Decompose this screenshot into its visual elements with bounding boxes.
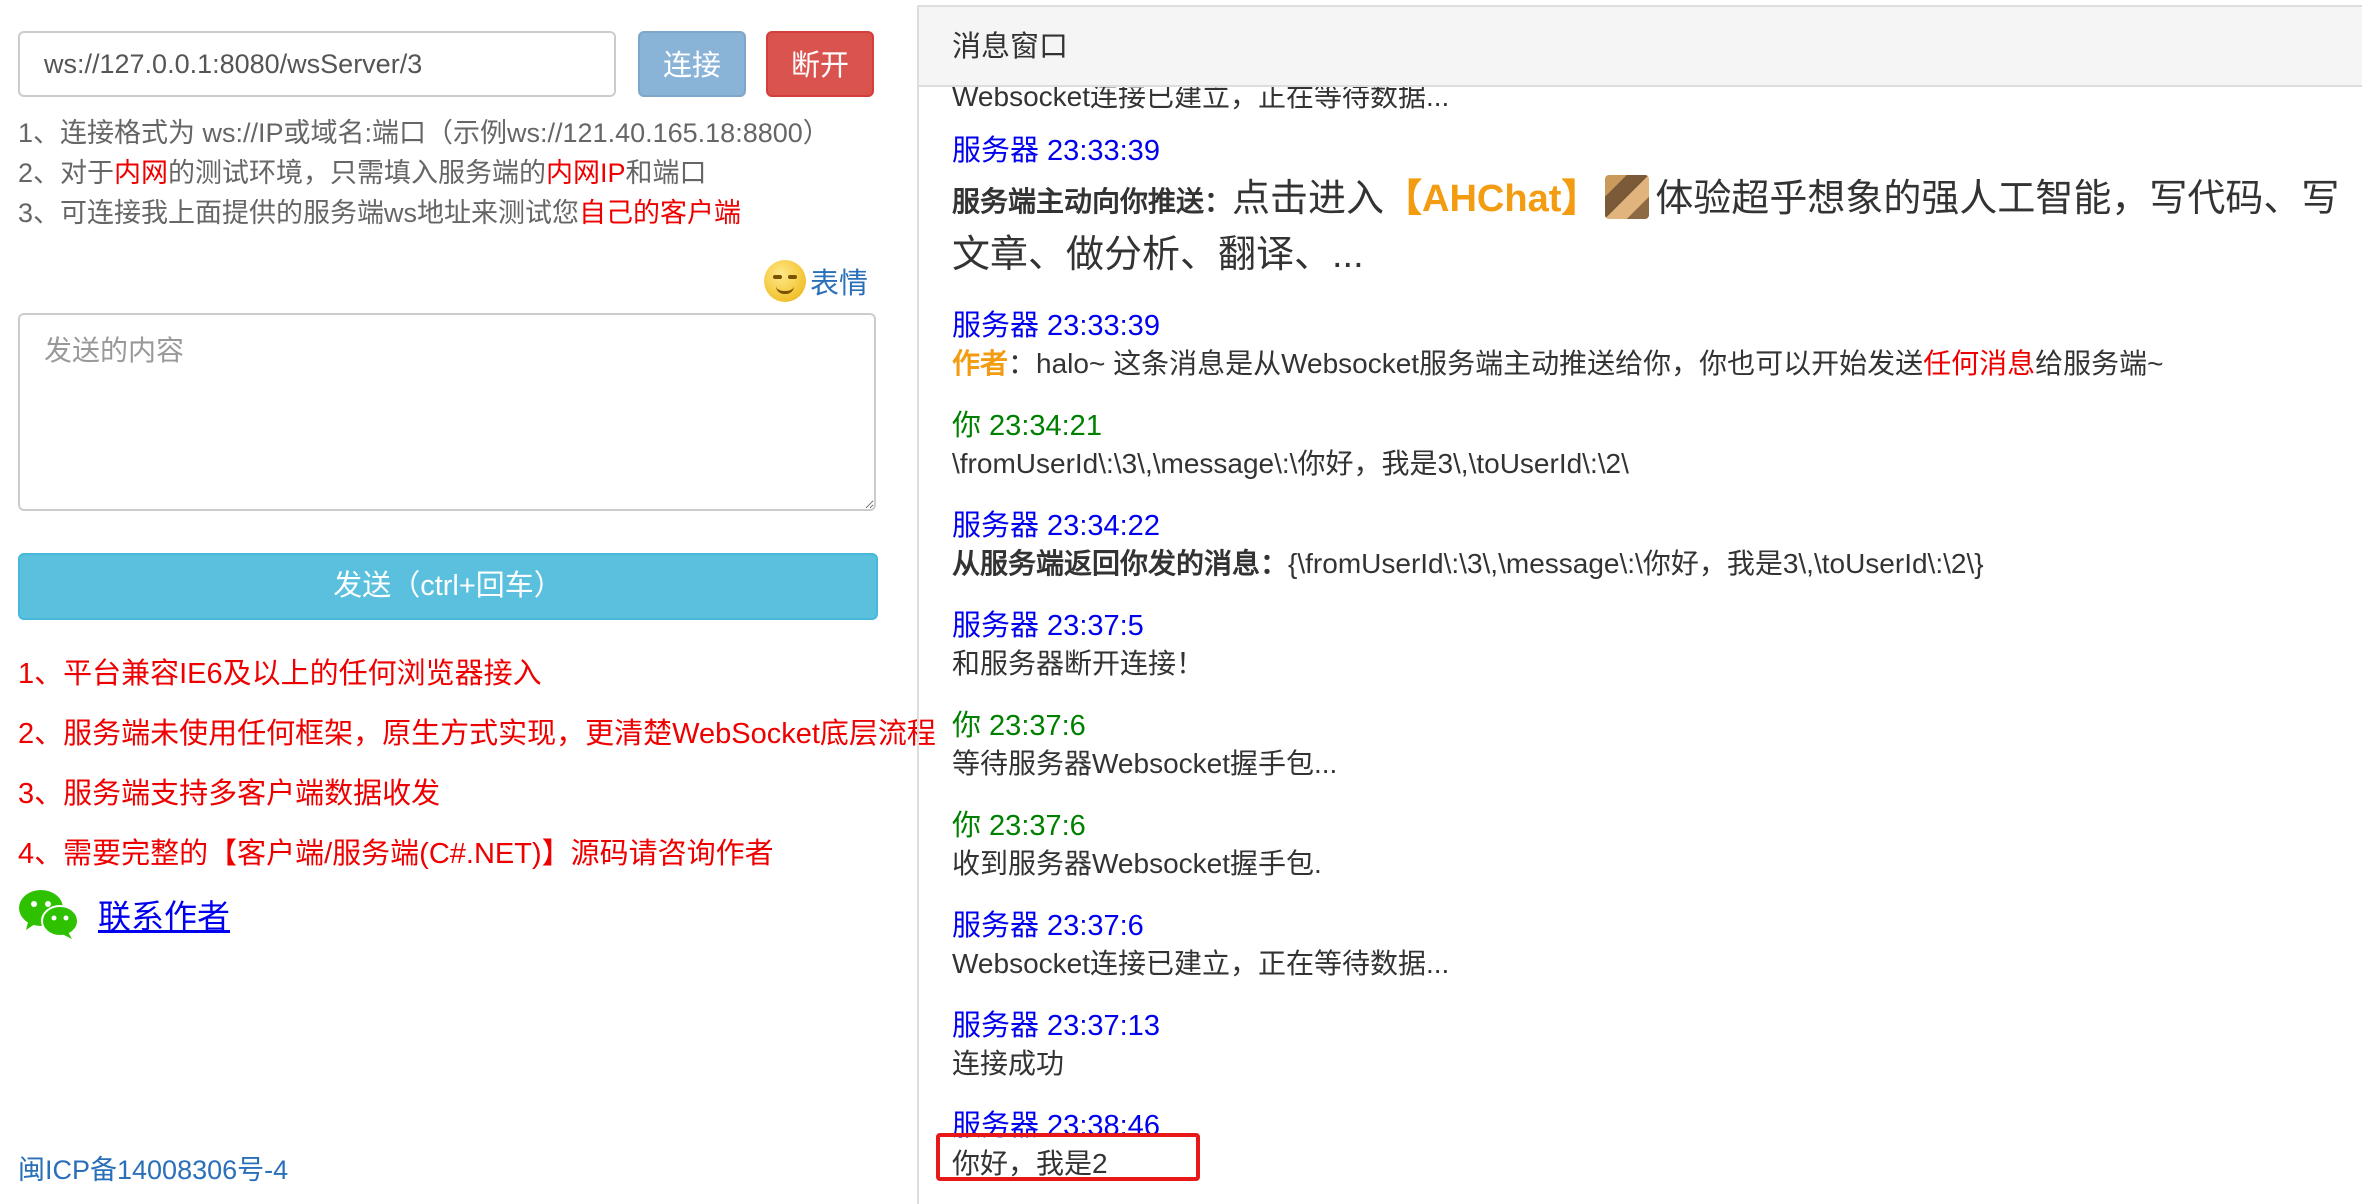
message-list[interactable]: Websocket连接已建立，正在等待数据... 服务器 23:33:39 服务… — [952, 87, 2362, 1204]
message-window: 消息窗口 Websocket连接已建立，正在等待数据... 服务器 23:33:… — [917, 5, 2362, 1204]
message-sender: 服务器 23:34:22 — [952, 510, 1160, 542]
ahchat-icon — [1605, 175, 1650, 219]
tip-line-3: 3、可连接我上面提供的服务端ws地址来测试您自己的客户端 — [18, 198, 742, 228]
message-body: 服务端主动向你推送：点击进入【AHChat】 体验超乎想象的强人工智能，写代码、写 — [952, 167, 2339, 222]
message-sender: 服务器 23:33:39 — [952, 310, 1160, 342]
feature-line-1: 1、平台兼容IE6及以上的任何浏览器接入 — [18, 658, 542, 690]
message-sender: 你 23:34:21 — [952, 410, 1102, 442]
message-body-continued: 文章、做分析、翻译、... — [952, 234, 1364, 276]
tip-line-2: 2、对于内网的测试环境，只需填入服务端的内网IP和端口 — [18, 158, 707, 188]
message-body: 作者：halo~ 这条消息是从Websocket服务端主动推送给你，你也可以开始… — [952, 348, 2164, 379]
message-window-title: 消息窗口 — [919, 5, 2362, 87]
clipped-message: Websocket连接已建立，正在等待数据... — [952, 87, 1450, 112]
message-body: 从服务端返回你发的消息：{\fromUserId\:\3\,\message\:… — [952, 548, 1984, 579]
disconnect-button[interactable]: 断开 — [766, 31, 874, 97]
message-sender: 你 23:37:6 — [952, 810, 1086, 842]
control-panel: 连接 断开 1、连接格式为 ws://IP或域名:端口（示例ws://121.4… — [0, 0, 936, 1204]
feature-line-3: 3、服务端支持多客户端数据收发 — [18, 778, 441, 810]
send-button[interactable]: 发送（ctrl+回车） — [18, 553, 878, 620]
tip-line-1: 1、连接格式为 ws://IP或域名:端口（示例ws://121.40.165.… — [18, 118, 830, 148]
smiley-icon — [764, 260, 806, 302]
highlight-box — [936, 1133, 1200, 1181]
message-body: 连接成功 — [952, 1048, 1065, 1079]
websocket-url-input[interactable] — [18, 31, 616, 97]
message-body: \fromUserId\:\3\,\message\:\你好，我是3\,\toU… — [952, 448, 1629, 479]
message-sender: 服务器 23:33:39 — [952, 135, 1160, 167]
message-input[interactable] — [18, 313, 876, 511]
message-sender: 服务器 23:37:6 — [952, 910, 1144, 942]
ahchat-link[interactable]: 【AHChat】 — [1384, 178, 1599, 220]
message-sender: 服务器 23:37:5 — [952, 610, 1144, 642]
wechat-icon — [19, 890, 79, 939]
message-body: Websocket连接已建立，正在等待数据... — [952, 948, 1450, 979]
message-body: 和服务器断开连接！ — [952, 648, 1205, 679]
message-sender: 服务器 23:37:13 — [952, 1010, 1160, 1042]
emoji-label: 表情 — [810, 268, 869, 300]
message-sender: 你 23:37:6 — [952, 710, 1086, 742]
feature-line-2: 2、服务端未使用任何框架，原生方式实现，更清楚WebSocket底层流程 — [18, 718, 936, 750]
contact-author-link[interactable]: 联系作者 — [98, 890, 230, 938]
message-body: 收到服务器Websocket握手包. — [952, 848, 1322, 879]
connect-button[interactable]: 连接 — [638, 31, 746, 97]
feature-line-4: 4、需要完整的【客户端/服务端(C#.NET)】源码请咨询作者 — [18, 838, 774, 870]
message-body: 等待服务器Websocket握手包... — [952, 748, 1338, 779]
icp-link[interactable]: 闽ICP备14008306号-4 — [18, 1148, 288, 1187]
emoji-button[interactable]: 表情 — [764, 258, 868, 304]
